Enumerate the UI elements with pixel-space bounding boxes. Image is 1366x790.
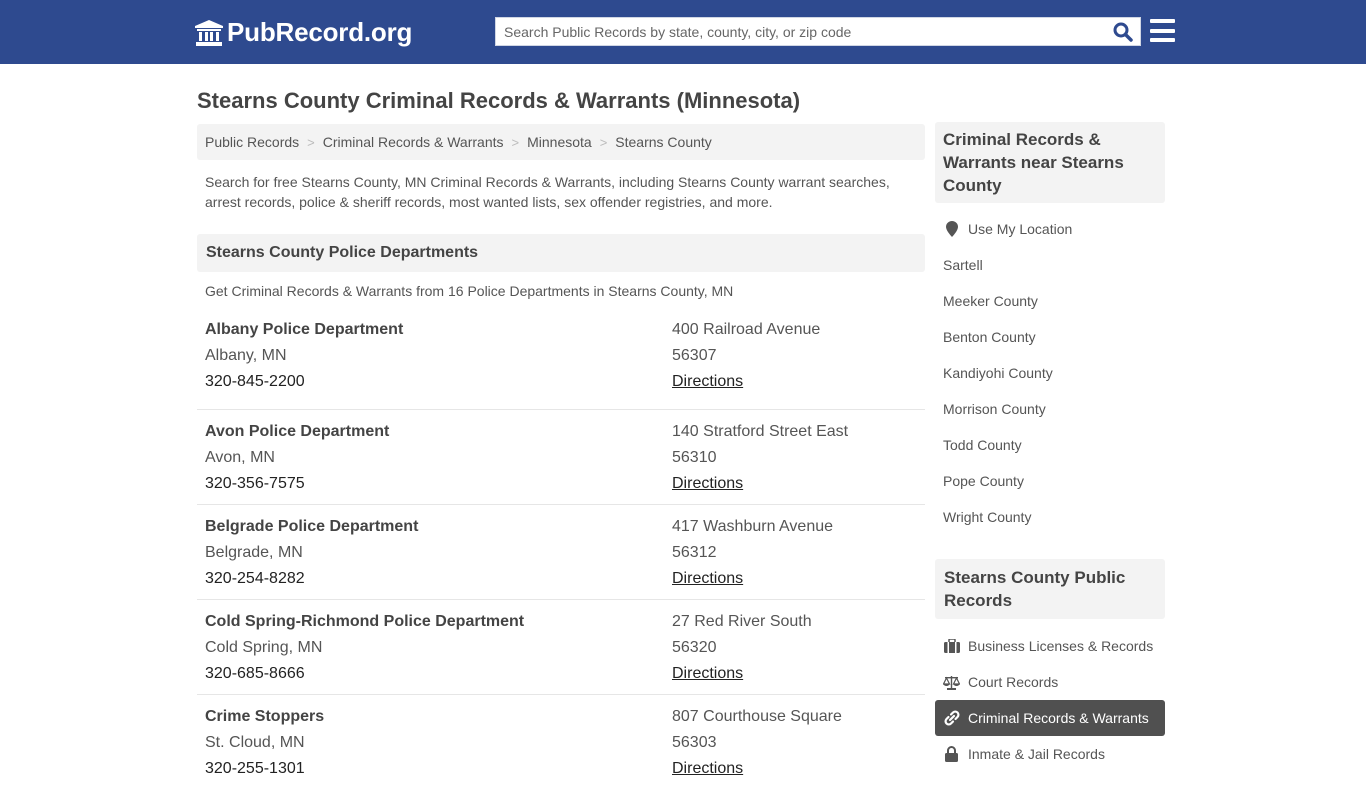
public-records-list: Business Licenses & Records Court Record…: [935, 628, 1165, 772]
search-input[interactable]: [496, 18, 1106, 45]
department-name: Albany Police Department: [205, 321, 404, 338]
breadcrumb-public-records[interactable]: Public Records: [205, 134, 299, 150]
department-address: 807 Courthouse Square: [672, 708, 842, 725]
nearby-item-meeker-county[interactable]: Meeker County: [935, 283, 1165, 319]
department-zip: 56312: [672, 544, 717, 561]
department-name: Crime Stoppers: [205, 708, 325, 725]
hamburger-menu-button[interactable]: [1150, 19, 1175, 42]
breadcrumb-minnesota[interactable]: Minnesota: [527, 134, 592, 150]
menu-bar: [1150, 38, 1175, 42]
courthouse-icon: [195, 19, 223, 46]
records-item-label: Criminal Records & Warrants: [968, 710, 1149, 726]
department-city: Albany, MN: [205, 347, 287, 364]
nearby-item-morrison-county[interactable]: Morrison County: [935, 391, 1165, 427]
breadcrumb-separator: >: [599, 134, 608, 150]
site-header: PubRecord.org: [0, 0, 1366, 64]
menu-bar: [1150, 28, 1175, 33]
nearby-item-todd-county[interactable]: Todd County: [935, 427, 1165, 463]
department-phone[interactable]: 320-356-7575: [205, 471, 672, 497]
use-my-location-label: Use My Location: [968, 221, 1073, 237]
search-icon: [1113, 22, 1133, 42]
link-icon: [943, 710, 960, 727]
nearby-item-pope-county[interactable]: Pope County: [935, 463, 1165, 499]
department-item: Belgrade Police Department Belgrade, MN …: [197, 505, 925, 600]
department-address: 400 Railroad Avenue: [672, 321, 821, 338]
nearby-list: Use My Location Sartell Meeker County Be…: [935, 211, 1165, 535]
records-item-business-licenses[interactable]: Business Licenses & Records: [935, 628, 1165, 664]
site-logo[interactable]: PubRecord.org: [195, 17, 412, 48]
main-content: Public Records > Criminal Records & Warr…: [197, 124, 925, 790]
breadcrumb-stearns-county[interactable]: Stearns County: [615, 134, 712, 150]
nearby-heading: Criminal Records & Warrants near Stearns…: [935, 122, 1165, 203]
department-city: Belgrade, MN: [205, 544, 303, 561]
department-item: Avon Police Department Avon, MN 320-356-…: [197, 410, 925, 505]
department-item: Albany Police Department Albany, MN 320-…: [197, 315, 925, 410]
records-item-court-records[interactable]: Court Records: [935, 664, 1165, 700]
section-subtitle: Get Criminal Records & Warrants from 16 …: [205, 283, 734, 299]
scale-icon: [943, 674, 960, 691]
use-my-location-button[interactable]: Use My Location: [935, 211, 1165, 247]
records-item-inmate-jail[interactable]: Inmate & Jail Records: [935, 736, 1165, 772]
department-phone[interactable]: 320-685-8666: [205, 661, 672, 687]
nearby-item-wright-county[interactable]: Wright County: [935, 499, 1165, 535]
department-item: Crime Stoppers St. Cloud, MN 320-255-130…: [197, 695, 925, 790]
public-records-heading: Stearns County Public Records: [935, 559, 1165, 619]
briefcase-icon: [943, 638, 960, 655]
department-phone[interactable]: 320-254-8282: [205, 566, 672, 592]
records-item-label: Court Records: [968, 674, 1059, 690]
search-button[interactable]: [1106, 18, 1140, 45]
department-address: 417 Washburn Avenue: [672, 518, 834, 535]
department-city: Cold Spring, MN: [205, 639, 323, 656]
sidebar-public-records: Stearns County Public Records Business L…: [935, 559, 1165, 772]
department-zip: 56320: [672, 639, 717, 656]
directions-link[interactable]: Directions: [672, 760, 743, 777]
department-phone[interactable]: 320-845-2200: [205, 369, 672, 395]
nearby-item-benton-county[interactable]: Benton County: [935, 319, 1165, 355]
logo-text: PubRecord.org: [227, 17, 413, 47]
records-item-label: Business Licenses & Records: [968, 638, 1154, 654]
department-city: Avon, MN: [205, 449, 275, 466]
map-marker-icon: [943, 221, 960, 238]
breadcrumb: Public Records > Criminal Records & Warr…: [197, 124, 925, 160]
department-phone[interactable]: 320-255-1301: [205, 756, 672, 782]
section-heading: Stearns County Police Departments: [197, 234, 925, 272]
nearby-item-sartell[interactable]: Sartell: [935, 247, 1165, 283]
breadcrumb-criminal-records[interactable]: Criminal Records & Warrants: [323, 134, 504, 150]
nearby-item-kandiyohi-county[interactable]: Kandiyohi County: [935, 355, 1165, 391]
intro-text: Search for free Stearns County, MN Crimi…: [205, 174, 890, 210]
department-address: 140 Stratford Street East: [672, 423, 849, 440]
department-name: Cold Spring-Richmond Police Department: [205, 613, 525, 630]
department-city: St. Cloud, MN: [205, 734, 305, 751]
sidebar-nearby: Criminal Records & Warrants near Stearns…: [935, 122, 1165, 535]
lock-icon: [943, 746, 960, 763]
directions-link[interactable]: Directions: [672, 373, 743, 390]
directions-link[interactable]: Directions: [672, 665, 743, 682]
menu-bar: [1150, 19, 1175, 23]
department-zip: 56310: [672, 449, 717, 466]
department-zip: 56307: [672, 347, 717, 364]
search-bar: [495, 17, 1141, 46]
records-item-label: Inmate & Jail Records: [968, 746, 1105, 762]
department-name: Avon Police Department: [205, 423, 390, 440]
directions-link[interactable]: Directions: [672, 475, 743, 492]
records-item-criminal-records[interactable]: Criminal Records & Warrants: [935, 700, 1165, 736]
department-list: Albany Police Department Albany, MN 320-…: [197, 315, 925, 790]
department-name: Belgrade Police Department: [205, 518, 419, 535]
directions-link[interactable]: Directions: [672, 570, 743, 587]
breadcrumb-separator: >: [307, 134, 315, 150]
page-title: Stearns County Criminal Records & Warran…: [197, 88, 801, 113]
breadcrumb-separator: >: [511, 134, 520, 150]
department-item: Cold Spring-Richmond Police Department C…: [197, 600, 925, 695]
department-address: 27 Red River South: [672, 613, 812, 630]
department-zip: 56303: [672, 734, 717, 751]
